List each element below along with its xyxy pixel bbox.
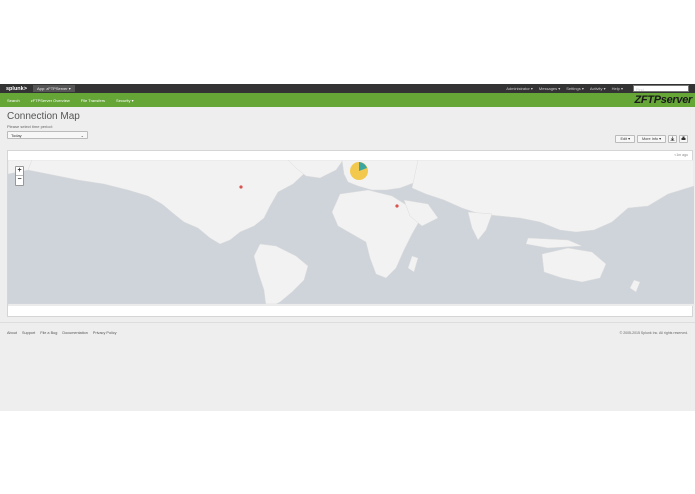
footer-links: About Support File a Bug Documentation P… [7, 331, 117, 335]
refresh-time: <1m ago [674, 153, 688, 157]
zoom-control: + − [15, 166, 24, 186]
splunk-logo[interactable]: splunk> [6, 86, 27, 92]
time-period-value: Today [11, 133, 22, 138]
dashboard-actions: Edit ▾ More Info ▾ [615, 135, 688, 143]
nav-overview[interactable]: zFTPServer Overview [31, 98, 70, 103]
export-button[interactable] [668, 135, 677, 143]
footer-link-about[interactable]: About [7, 331, 17, 335]
zoom-in-button[interactable]: + [16, 167, 23, 176]
print-button[interactable] [679, 135, 688, 143]
time-period-select[interactable]: Today ⌄ [7, 131, 88, 139]
print-icon [681, 136, 686, 140]
middle-east-marker[interactable] [395, 204, 399, 208]
splunk-app: splunk> App: zFTPServer ▾ Administrator … [0, 84, 695, 411]
menu-messages[interactable]: Messages ▾ [539, 86, 560, 91]
footer-link-file-bug[interactable]: File a Bug [40, 331, 57, 335]
menu-settings[interactable]: Settings ▾ [566, 86, 584, 91]
menu-activity[interactable]: Activity ▾ [590, 86, 606, 91]
find-input[interactable]: Find [633, 85, 689, 92]
menu-administrator[interactable]: Administrator ▾ [506, 86, 533, 91]
time-period-label: Please select time period: [7, 124, 53, 129]
copyright: © 2005-2015 Splunk Inc. All rights reser… [619, 330, 688, 335]
brand-text: FTPserver [640, 94, 692, 106]
europe-pie-marker[interactable] [350, 162, 368, 180]
download-icon [670, 136, 675, 141]
world-map-svg [8, 160, 694, 306]
dashboard-header: Connection Map Please select time period… [0, 107, 695, 148]
footer: About Support File a Bug Documentation P… [0, 322, 695, 342]
zoom-out-button[interactable]: − [16, 176, 23, 185]
app-switcher[interactable]: App: zFTPServer ▾ [32, 85, 75, 92]
nav-security[interactable]: Security ▾ [116, 98, 134, 103]
footer-link-documentation[interactable]: Documentation [62, 331, 88, 335]
zftpserver-brand-logo: ZFTPserver [634, 94, 692, 106]
footer-link-privacy[interactable]: Privacy Policy [93, 331, 117, 335]
chevron-down-icon: ⌄ [80, 133, 84, 138]
nav-file-transfers[interactable]: File Transfers [81, 98, 105, 103]
top-menu: Administrator ▾ Messages ▾ Settings ▾ Ac… [506, 85, 689, 92]
antarctica-land [8, 303, 694, 306]
menu-help[interactable]: Help ▾ [612, 86, 623, 91]
page-title: Connection Map [7, 111, 80, 122]
footer-link-support[interactable]: Support [22, 331, 35, 335]
north-america-marker[interactable] [239, 185, 243, 189]
nav-search[interactable]: Search [7, 98, 20, 103]
top-bar: splunk> App: zFTPServer ▾ Administrator … [0, 84, 695, 93]
edit-button[interactable]: Edit ▾ [615, 135, 635, 143]
world-map[interactable]: + − [8, 160, 694, 306]
map-panel: <1m ago + − [7, 150, 694, 317]
app-nav-bar: Search zFTPServer Overview File Transfer… [0, 93, 695, 107]
more-info-button[interactable]: More Info ▾ [637, 135, 666, 143]
